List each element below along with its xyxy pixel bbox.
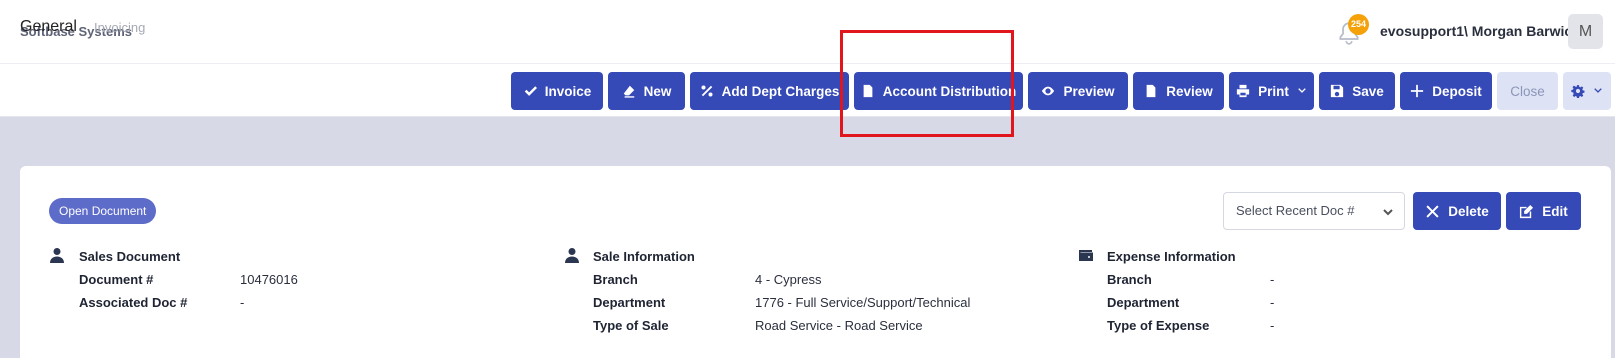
- edit-button[interactable]: Edit: [1506, 192, 1581, 230]
- user-name[interactable]: evosupport1\ Morgan Barwick: [1380, 23, 1580, 39]
- add-dept-charges-button[interactable]: Add Dept Charges: [690, 72, 849, 110]
- settings-button[interactable]: [1563, 72, 1611, 110]
- review-button-label: Review: [1166, 83, 1213, 99]
- tab-general[interactable]: General: [20, 18, 77, 36]
- user-icon: [50, 248, 64, 263]
- close-icon: [1426, 204, 1439, 218]
- check-icon: [524, 86, 537, 96]
- edit-button-label: Edit: [1542, 203, 1568, 219]
- associated-doc-value: -: [240, 295, 245, 310]
- expense-branch-label: Branch: [1107, 272, 1152, 287]
- highlight-box: [840, 30, 1014, 137]
- percent-icon: [701, 85, 713, 97]
- user-icon: [565, 248, 579, 263]
- type-of-expense-label: Type of Expense: [1107, 318, 1210, 333]
- deposit-button[interactable]: Deposit: [1400, 72, 1492, 110]
- new-button-label: New: [643, 83, 672, 99]
- expense-department-label: Department: [1107, 295, 1180, 310]
- preview-button[interactable]: Preview: [1028, 72, 1128, 110]
- gear-icon: [1571, 85, 1585, 98]
- associated-doc-label: Associated Doc #: [79, 295, 188, 310]
- save-button[interactable]: Save: [1319, 72, 1395, 110]
- type-of-sale-label: Type of Sale: [593, 318, 669, 333]
- close-button[interactable]: Close: [1497, 72, 1558, 110]
- sale-branch-value: 4 - Cypress: [755, 272, 822, 287]
- delete-button-label: Delete: [1448, 203, 1489, 219]
- eraser-icon: [623, 85, 634, 98]
- expense-branch-value: -: [1270, 272, 1275, 287]
- expense-department-value: -: [1270, 295, 1275, 310]
- sale-department-label: Department: [593, 295, 666, 310]
- print-button-label: Print: [1258, 83, 1289, 99]
- top-header: [0, 0, 1615, 64]
- close-button-label: Close: [1510, 83, 1545, 99]
- sale-branch-label: Branch: [593, 272, 638, 287]
- delete-button[interactable]: Delete: [1413, 192, 1501, 230]
- avatar[interactable]: M: [1568, 14, 1603, 49]
- chevron-down-icon: [1383, 209, 1393, 216]
- edit-icon: [1520, 204, 1534, 218]
- preview-button-label: Preview: [1063, 83, 1115, 99]
- invoice-button-label: Invoice: [544, 83, 592, 99]
- printer-icon: [1236, 84, 1250, 98]
- deposit-button-label: Deposit: [1432, 83, 1482, 99]
- type-of-expense-value: -: [1270, 318, 1275, 333]
- tab-invoicing[interactable]: Invoicing: [94, 20, 145, 35]
- chevron-down-icon: [1594, 88, 1602, 93]
- sale-department-value: 1776 - Full Service/Support/Technical: [755, 295, 971, 310]
- file-icon: [1146, 84, 1156, 98]
- save-button-label: Save: [1352, 83, 1384, 99]
- expense-information-title: Expense Information: [1107, 249, 1236, 264]
- add-dept-charges-label: Add Dept Charges: [721, 83, 840, 99]
- document-number-value: 10476016: [240, 272, 298, 287]
- new-button[interactable]: New: [608, 72, 685, 110]
- type-of-sale-value: Road Service - Road Service: [755, 318, 923, 333]
- notification-count-badge: 254: [1348, 14, 1369, 35]
- status-badge: Open Document: [49, 198, 157, 224]
- review-button[interactable]: Review: [1133, 72, 1224, 110]
- save-icon: [1331, 84, 1344, 98]
- sale-information-title: Sale Information: [593, 249, 695, 264]
- plus-icon: [1411, 84, 1424, 98]
- sales-document-title: Sales Document: [79, 249, 181, 264]
- recent-doc-placeholder: Select Recent Doc #: [1236, 203, 1355, 218]
- eye-icon: [1042, 86, 1055, 96]
- wallet-icon: [1079, 250, 1093, 261]
- print-button[interactable]: Print: [1229, 72, 1314, 110]
- invoice-button[interactable]: Invoice: [511, 72, 603, 110]
- document-number-label: Document #: [79, 272, 154, 287]
- recent-doc-select[interactable]: Select Recent Doc #: [1223, 192, 1405, 230]
- chevron-down-icon: [1298, 88, 1306, 93]
